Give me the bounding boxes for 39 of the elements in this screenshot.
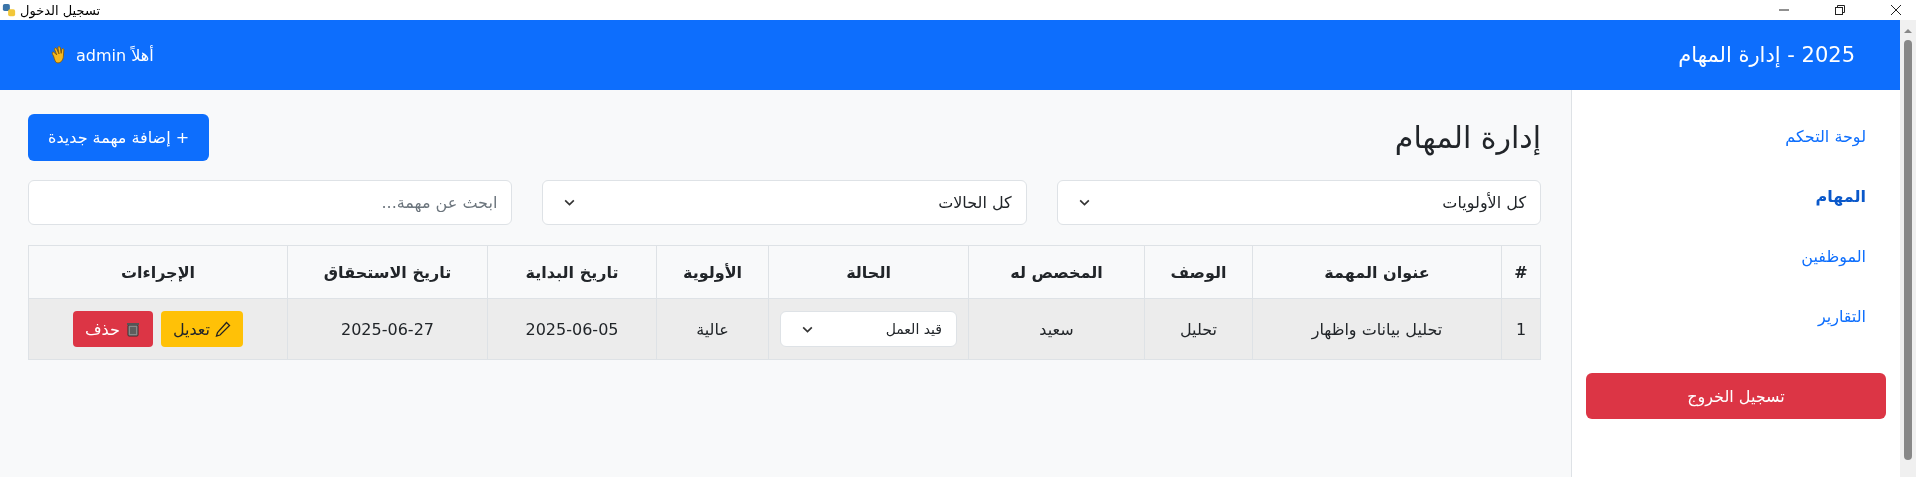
logout-button[interactable]: تسجيل الخروج <box>1586 373 1886 419</box>
table-cell: 1 <box>1501 298 1541 360</box>
table-cell: 2025-06-05 <box>487 298 657 360</box>
delete-button[interactable]: حذف <box>73 311 153 347</box>
scrollbar[interactable] <box>1900 20 1916 477</box>
table-cell: سعيد <box>968 298 1145 360</box>
trash-icon <box>124 321 141 337</box>
scroll-up-icon[interactable] <box>1903 28 1913 34</box>
edit-button[interactable]: تعديل <box>160 311 243 347</box>
sidebar-link[interactable]: المهام <box>1815 172 1866 232</box>
table-cell: تحليل <box>1144 298 1253 360</box>
sidebar-link[interactable]: لوحة التحكم <box>1785 112 1866 172</box>
priority-select[interactable]: كل الأولويات <box>1056 180 1541 225</box>
column-header: تاريخ البداية <box>487 245 657 299</box>
search-field[interactable]: ابحث عن مهمة... <box>28 180 513 225</box>
window-title: تسجيل الدخول <box>20 2 101 18</box>
restore-icon[interactable] <box>1834 4 1846 16</box>
sidebar-link[interactable]: الموظفين <box>1801 232 1866 292</box>
sidebar-link[interactable]: التقارير <box>1817 292 1866 352</box>
column-header: عنوان المهمة <box>1252 245 1502 299</box>
page-heading: إدارة المهام <box>1394 120 1541 155</box>
column-header: # <box>1501 245 1541 299</box>
table-cell: تحليل بيانات واظهار <box>1252 298 1502 360</box>
column-header: تاريخ الاستحقاق <box>287 245 488 299</box>
table-cell: 2025-06-27 <box>287 298 488 360</box>
table-cell: عالية <box>656 298 769 360</box>
column-header: الأولوية <box>656 245 769 299</box>
status-dropdown[interactable]: قيد العمل <box>780 311 957 347</box>
column-header: الحالة <box>768 245 969 299</box>
column-header: المخصص له <box>968 245 1145 299</box>
app-icon <box>2 3 16 17</box>
add-task-button[interactable]: + إضافة مهمة جديدة <box>28 114 210 161</box>
status-select[interactable]: كل الحالات <box>542 180 1027 225</box>
greeting-text: أهلاً admin <box>76 45 154 65</box>
close-icon[interactable] <box>1890 4 1902 16</box>
column-header: الوصف <box>1144 245 1253 299</box>
brand-title[interactable]: 2025 - إدارة المهام <box>1678 43 1855 67</box>
column-header: الإجراءات <box>28 245 288 299</box>
pencil-icon <box>215 321 231 337</box>
